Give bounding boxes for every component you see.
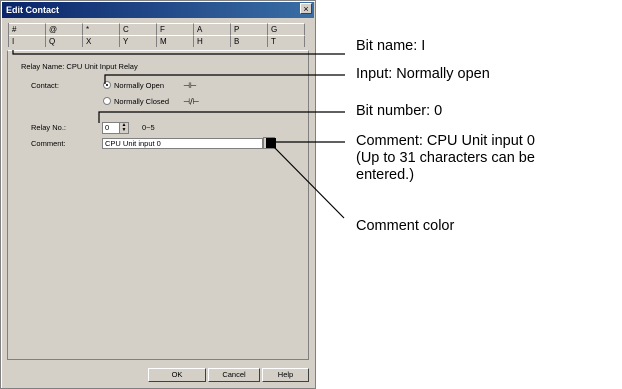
input-leader xyxy=(104,74,345,84)
bit-number-leader xyxy=(98,111,345,123)
callout-input: Input: Normally open xyxy=(356,66,490,82)
callout-comment: Comment: CPU Unit input 0 (Up to 31 char… xyxy=(356,133,535,184)
callout-comment-color: Comment color xyxy=(356,218,455,234)
callout-leader-lines xyxy=(12,50,345,219)
callout-comment-line2: (Up to 31 characters can be xyxy=(356,150,535,166)
callout-bit-name: Bit name: I xyxy=(356,38,426,54)
callout-comment-line1: Comment: CPU Unit input 0 xyxy=(356,133,535,149)
callout-comment-line3: entered.) xyxy=(356,167,415,183)
comment-color-leader xyxy=(268,141,345,219)
callout-bit-number: Bit number: 0 xyxy=(356,103,443,119)
bit-name-leader xyxy=(12,50,345,55)
